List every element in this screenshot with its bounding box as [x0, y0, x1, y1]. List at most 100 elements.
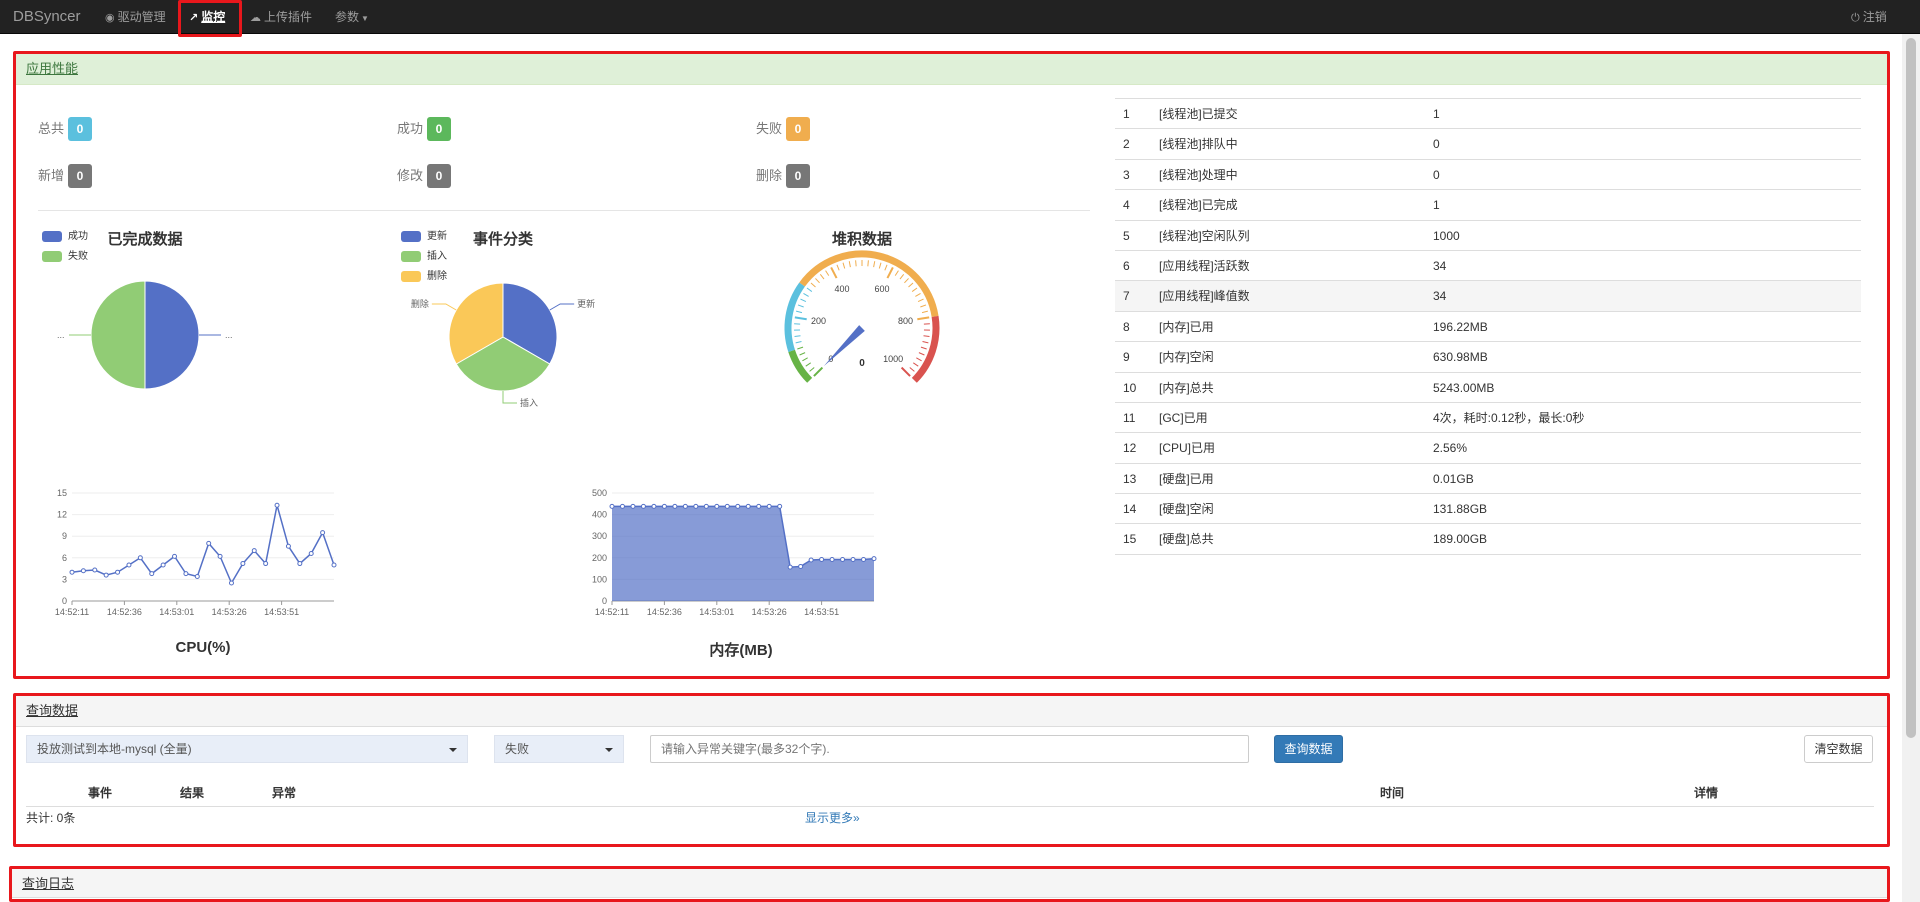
status-select[interactable]: 失败	[494, 735, 624, 763]
metrics-row: 11 [GC]已用 4次，耗时:0.12秒，最长:0秒	[1115, 403, 1861, 434]
chart-title-backlog: 堆积数据	[831, 231, 892, 248]
gauge-tick	[848, 261, 851, 268]
logout-link[interactable]: ⏻ 注销	[1851, 0, 1887, 34]
gauge-tick	[878, 262, 882, 269]
gauge-tick	[916, 357, 922, 362]
query-data-button[interactable]: 查询数据	[1274, 735, 1343, 763]
x-tick-label: 14:53:26	[212, 607, 247, 617]
data-point	[263, 561, 269, 567]
gauge-tick	[911, 287, 918, 292]
nav-driver-management[interactable]: ◉ 驱动管理	[105, 0, 166, 34]
data-point	[829, 557, 835, 563]
data-point	[798, 563, 804, 569]
metrics-cell-no: 7	[1123, 289, 1130, 304]
gauge-tick	[797, 304, 804, 308]
chart-title-events: 事件分类	[472, 231, 533, 248]
metrics-row: 5 [线程池]空闲队列 1000	[1115, 221, 1861, 251]
data-point	[808, 557, 814, 563]
pie-slice-失败	[90, 280, 146, 390]
clear-data-button[interactable]: 清空数据	[1804, 735, 1873, 763]
gauge-tick	[855, 260, 857, 267]
metrics-cell-name: [应用线程]活跃数	[1159, 258, 1250, 273]
pie-slice-成功	[144, 280, 200, 390]
keyword-input[interactable]	[650, 735, 1249, 763]
gauge-value-label: 0	[859, 358, 865, 369]
y-tick-label: 0	[602, 596, 607, 606]
gauge-tick	[900, 366, 911, 377]
success-badge: 0	[427, 117, 452, 141]
series-line	[71, 505, 335, 585]
chart-title-completed: 已完成数据	[107, 231, 183, 248]
query-panel-title[interactable]: 查询数据	[15, 695, 1888, 727]
brand-logo[interactable]: DBSyncer	[13, 0, 81, 34]
gauge-tick	[794, 316, 807, 321]
data-point	[861, 557, 867, 563]
area-fill	[612, 506, 874, 601]
stat-delete: 删除 0	[756, 164, 811, 188]
metrics-row: 4 [线程池]已完成 1	[1115, 190, 1861, 221]
scrollbar-thumb[interactable]	[1906, 38, 1916, 738]
metrics-cell-name: [内存]总共	[1159, 380, 1214, 395]
data-point	[217, 553, 223, 559]
data-point	[619, 503, 625, 509]
metrics-cell-name: [线程池]已完成	[1159, 198, 1238, 213]
gauge-tick	[908, 282, 914, 288]
data-point	[651, 503, 657, 509]
metrics-row: 3 [线程池]处理中 0	[1115, 160, 1861, 191]
data-point	[756, 503, 762, 509]
metrics-table: 1 [线程池]已提交 1 2 [线程池]排队中 0 3 [线程池]处理中 0 4 [线程池]已完成 1…	[1115, 98, 1861, 555]
gauge-tick	[912, 362, 919, 367]
stat-success: 成功 0	[397, 117, 452, 141]
data-point	[714, 503, 720, 509]
gauge-tick	[917, 316, 930, 321]
metrics-cell-value: 1000	[1433, 228, 1460, 243]
gauge-tick	[873, 261, 876, 268]
data-point	[149, 571, 155, 577]
show-more-link[interactable]: 显示更多»	[805, 809, 860, 826]
cloud-upload-icon: ☁	[250, 12, 261, 24]
metrics-cell-no: 13	[1123, 471, 1137, 486]
x-tick-label: 14:52:36	[647, 607, 682, 617]
gauge-tick	[909, 367, 915, 372]
nav-params[interactable]: 参数 ▼	[335, 0, 369, 34]
data-point	[850, 557, 856, 563]
caret-down-icon: ▼	[361, 14, 369, 23]
metrics-cell-value: 0	[1433, 137, 1440, 152]
legend-fail: 失败	[42, 251, 88, 263]
metrics-cell-name: [硬盘]空闲	[1159, 502, 1214, 517]
pie-slice-label: 删除	[411, 298, 429, 309]
y-tick-label: 15	[57, 488, 67, 498]
gauge-tick-label: 800	[898, 316, 913, 326]
gauge-tick	[884, 264, 888, 271]
gauge-tick-label: 1000	[883, 354, 903, 364]
data-point	[840, 557, 846, 563]
col-detail: 详情	[1694, 786, 1719, 800]
metrics-cell-no: 1	[1123, 107, 1130, 121]
backlog-gauge-chart: 020040060080010000	[784, 250, 940, 383]
connector-select[interactable]: 投放测试到本地-mysql (全量)	[26, 735, 468, 763]
nav-upload-plugin[interactable]: ☁ 上传插件	[250, 0, 312, 34]
data-point	[251, 548, 257, 554]
pie-slice-label: 更新	[577, 298, 595, 309]
metrics-cell-name: [CPU]已用	[1159, 441, 1216, 456]
stat-total: 总共 0	[38, 117, 93, 141]
data-point	[285, 543, 291, 549]
data-point	[640, 503, 646, 509]
data-point	[609, 503, 615, 509]
page-scrollbar[interactable]	[1902, 34, 1920, 902]
metrics-cell-name: [硬盘]总共	[1159, 532, 1214, 547]
pie-leader-line	[431, 303, 457, 311]
legend-success: 成功	[42, 231, 88, 243]
metrics-cell-value: 196.22MB	[1433, 319, 1488, 334]
log-panel-title[interactable]: 查询日志	[11, 869, 1888, 898]
data-point	[160, 562, 166, 568]
performance-panel-title[interactable]: 应用性能	[15, 53, 1888, 85]
x-tick-label: 14:53:51	[804, 607, 839, 617]
gauge-tick	[894, 270, 899, 276]
nav-monitor[interactable]: ↗ 监控	[189, 0, 225, 34]
metrics-cell-no: 5	[1123, 228, 1130, 243]
gauge-tick	[923, 335, 930, 338]
metrics-cell-value: 1	[1433, 198, 1440, 213]
metrics-cell-no: 4	[1123, 198, 1130, 213]
metrics-cell-value: 131.88GB	[1433, 502, 1488, 517]
